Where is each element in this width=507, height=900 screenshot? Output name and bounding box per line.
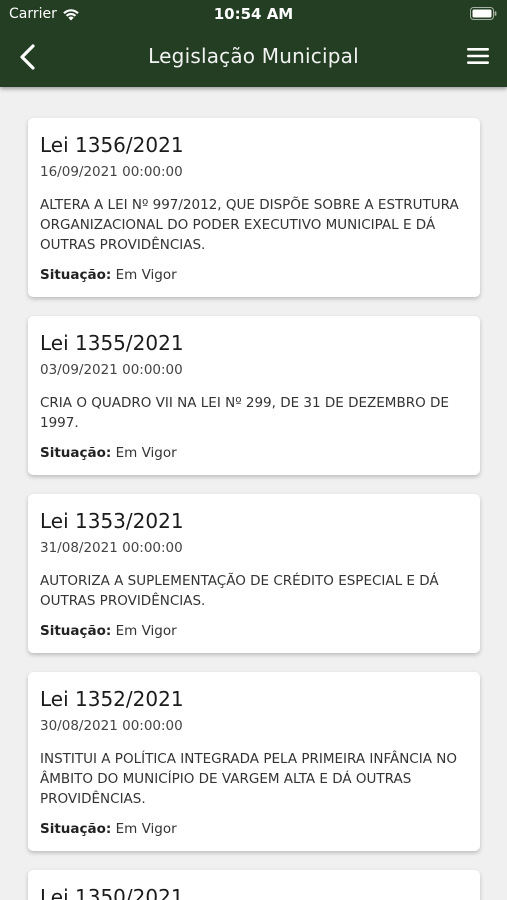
law-title: Lei 1350/2021	[40, 885, 184, 900]
law-description: CRIA O QUADRO VII NA LEI Nº 299, DE 31 D…	[40, 395, 449, 431]
app-header: Carrier 10:54 AM Legislação Municipal	[0, 0, 507, 87]
status-time: 10:54 AM	[213, 5, 294, 23]
law-title: Lei 1356/2021	[40, 133, 184, 157]
law-status: Situação: Em Vigor	[40, 821, 468, 838]
hamburger-menu-icon[interactable]	[466, 46, 490, 66]
law-card[interactable]: Lei 1353/2021 31/08/2021 00:00:00 AUTORI…	[28, 494, 480, 653]
law-date: 30/08/2021 00:00:00	[40, 718, 183, 734]
law-status-value: Em Vigor	[115, 267, 177, 283]
law-status-label: Situação:	[40, 821, 112, 837]
law-status: Situação: Em Vigor	[40, 267, 468, 284]
law-card[interactable]: Lei 1356/2021 16/09/2021 00:00:00 ALTERA…	[28, 118, 480, 297]
law-status-value: Em Vigor	[115, 623, 177, 639]
law-date: 31/08/2021 00:00:00	[40, 540, 183, 556]
law-title: Lei 1355/2021	[40, 331, 184, 355]
page-title: Legislação Municipal	[148, 44, 359, 68]
law-description: ALTERA A LEI Nº 997/2012, QUE DISPÕE SOB…	[40, 197, 459, 253]
law-status: Situação: Em Vigor	[40, 623, 468, 640]
navigation-bar: Legislação Municipal	[0, 30, 507, 85]
law-status-label: Situação:	[40, 445, 112, 461]
law-description: AUTORIZA A SUPLEMENTAÇÃO DE CRÉDITO ESPE…	[40, 573, 439, 609]
status-bar: Carrier 10:54 AM	[0, 0, 507, 28]
law-status: Situação: Em Vigor	[40, 445, 468, 462]
law-title: Lei 1352/2021	[40, 687, 184, 711]
law-card[interactable]: Lei 1352/2021 30/08/2021 00:00:00 INSTIT…	[28, 672, 480, 851]
law-status-label: Situação:	[40, 623, 112, 639]
battery-icon	[470, 7, 497, 20]
law-status-label: Situação:	[40, 267, 112, 283]
law-date: 16/09/2021 00:00:00	[40, 164, 183, 180]
law-title: Lei 1353/2021	[40, 509, 184, 533]
law-date: 03/09/2021 00:00:00	[40, 362, 183, 378]
law-status-value: Em Vigor	[115, 821, 177, 837]
law-description: INSTITUI A POLÍTICA INTEGRADA PELA PRIME…	[40, 751, 457, 807]
law-status-value: Em Vigor	[115, 445, 177, 461]
law-card[interactable]: Lei 1355/2021 03/09/2021 00:00:00 CRIA O…	[28, 316, 480, 475]
law-card[interactable]: Lei 1350/2021	[28, 870, 480, 900]
